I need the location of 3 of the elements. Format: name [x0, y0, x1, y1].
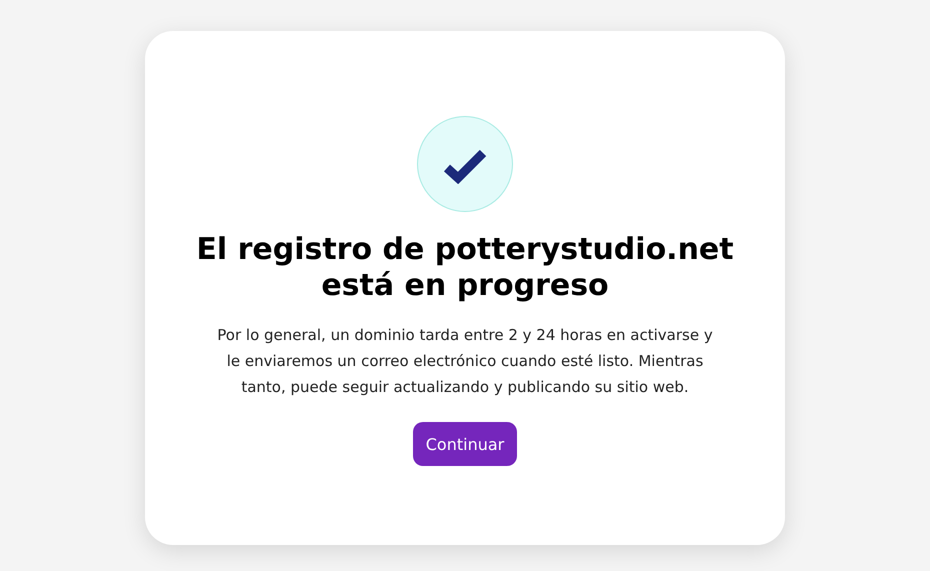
- dialog-message: Por lo general, un dominio tarda entre 2 y 24 horas en activarse y le enviaremos un correo electrónico cuando esté listo. Mientras tanto, puede seguir actualizando y publicando su sitio web.: [216, 325, 714, 398]
- dialog-title: El registro de potterystudio.net está en progreso: [195, 232, 735, 304]
- continue-button[interactable]: Continuar: [412, 422, 518, 466]
